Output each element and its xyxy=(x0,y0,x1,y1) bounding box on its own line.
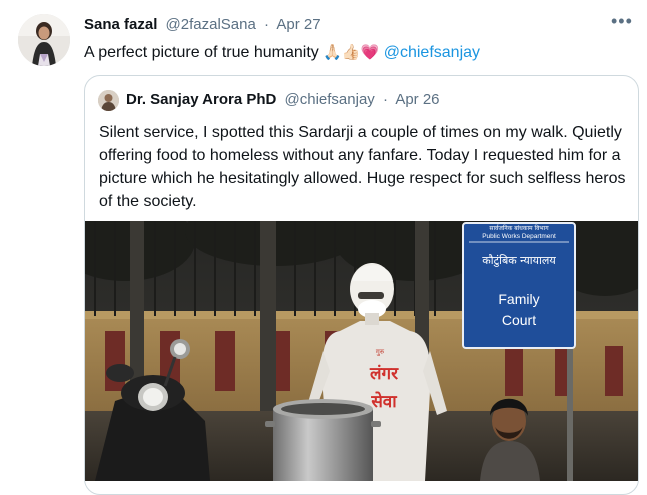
mention-link[interactable]: @chiefsanjay xyxy=(384,44,480,61)
author-name[interactable]: Sana fazal xyxy=(84,16,157,33)
quoted-dot-separator: · xyxy=(382,91,388,108)
sign-english-top: Public Works Department xyxy=(482,233,556,240)
quoted-author-handle[interactable]: @chiefsanjay xyxy=(285,91,375,108)
quoted-date[interactable]: Apr 26 xyxy=(395,91,439,108)
sign-hindi-top: सार्वजनिक बांधकाम विभाग xyxy=(489,224,549,232)
tweet-card[interactable]: Sana fazal @2fazalSana · Apr 27 ••• A pe… xyxy=(0,0,647,495)
quoted-avatar-image xyxy=(98,90,119,111)
quoted-author-name[interactable]: Dr. Sanjay Arora PhD xyxy=(126,91,276,108)
sign-hindi: कौटुंबिक न्यायालय xyxy=(482,254,556,267)
more-options-icon[interactable]: ••• xyxy=(611,12,632,34)
tweet-date[interactable]: Apr 27 xyxy=(276,16,320,33)
tweet-text: A perfect picture of true humanity 🙏🏻👍🏻💗… xyxy=(84,43,480,62)
shirt-line1: लंगर xyxy=(369,364,399,384)
cooking-pot xyxy=(265,399,381,481)
tweet-body: A perfect picture of true humanity xyxy=(84,44,319,61)
sign-english-line2: Court xyxy=(502,312,536,328)
sign-english-line1: Family xyxy=(498,291,539,307)
quoted-tweet[interactable]: Dr. Sanjay Arora PhD @chiefsanjay · Apr … xyxy=(84,75,639,495)
author-handle[interactable]: @2fazalSana xyxy=(166,16,256,33)
emoji-group: 🙏🏻👍🏻💗 xyxy=(323,44,380,61)
quoted-header: Dr. Sanjay Arora PhD @chiefsanjay · Apr … xyxy=(126,91,440,108)
tweet-header: Sana fazal @2fazalSana · Apr 27 xyxy=(84,16,321,33)
avatar[interactable] xyxy=(18,14,70,66)
avatar-image xyxy=(18,14,70,66)
quoted-avatar[interactable] xyxy=(98,90,119,111)
quoted-text: Silent service, I spotted this Sardarji … xyxy=(99,124,626,210)
tweet-photo[interactable]: सार्वजनिक बांधकाम विभाग Public Works Dep… xyxy=(85,221,639,481)
dot-separator: · xyxy=(264,16,270,33)
shirt-line2: सेवा xyxy=(370,391,397,412)
shirt-small-text: गुरु xyxy=(376,348,385,356)
